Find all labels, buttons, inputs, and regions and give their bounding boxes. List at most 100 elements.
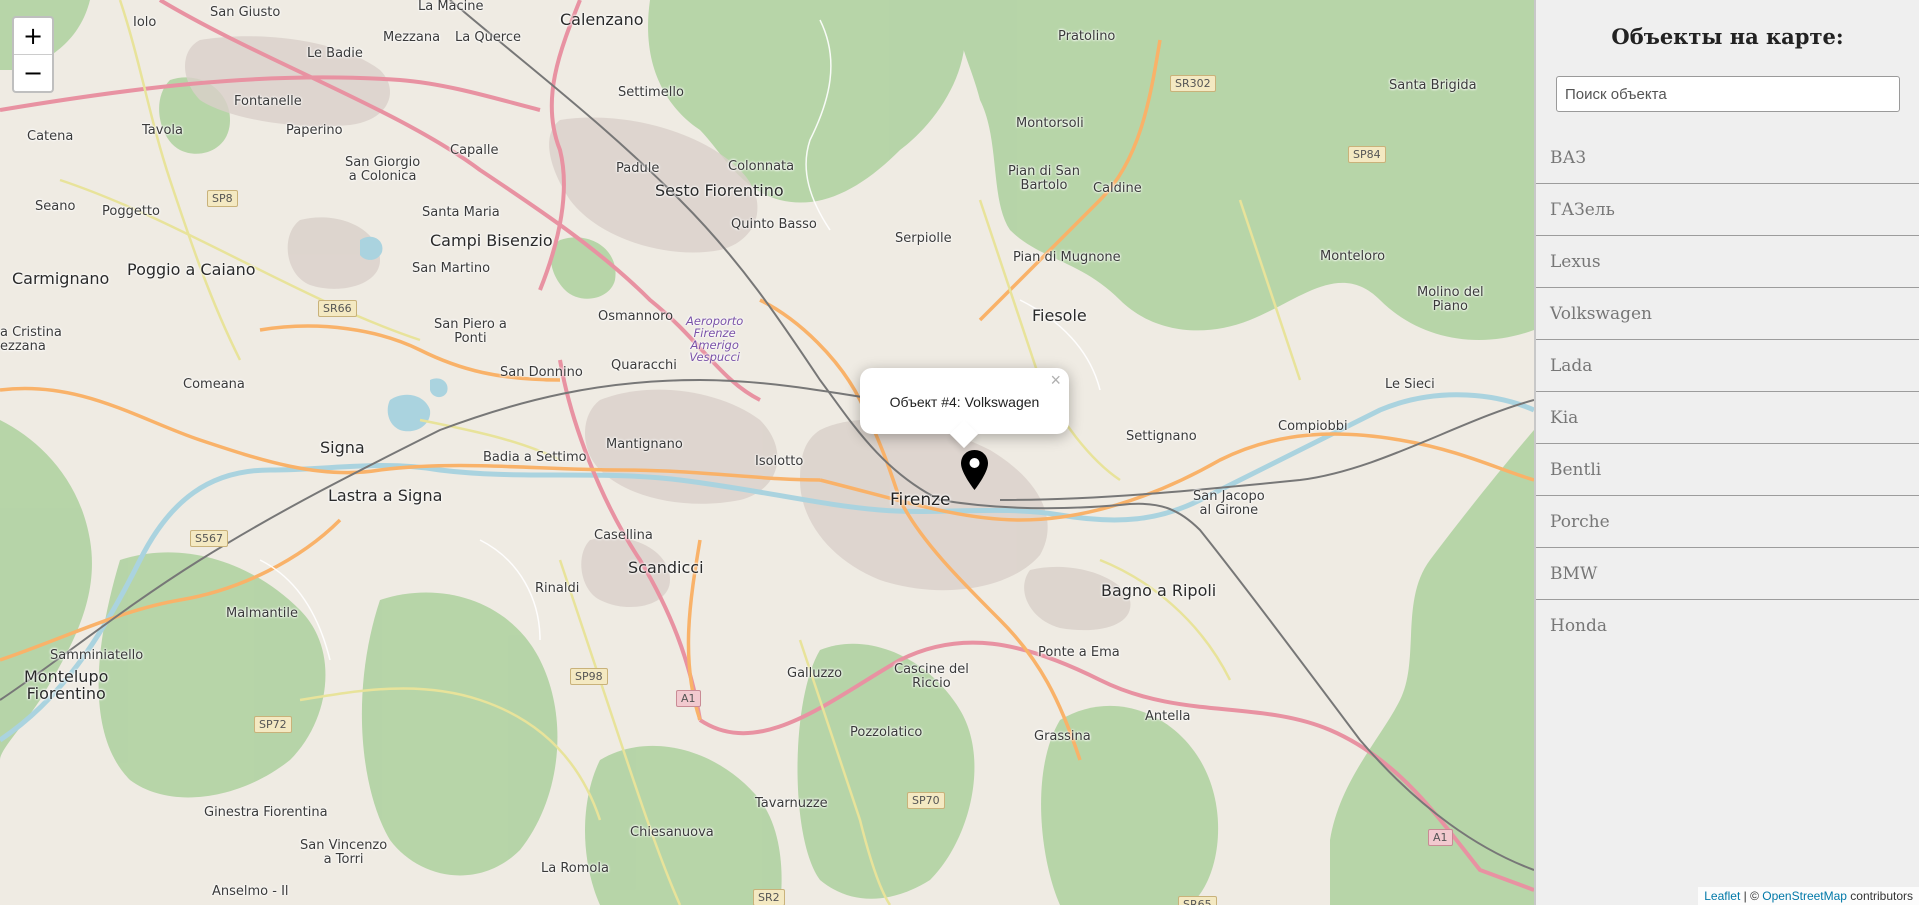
map-label: Bagno a Ripoli: [1101, 581, 1217, 600]
map-label: La Querce: [455, 30, 522, 45]
road-shield: SP8: [207, 190, 238, 207]
search-input[interactable]: [1556, 76, 1900, 112]
list-item[interactable]: Lada: [1536, 340, 1919, 392]
map-label: Le Badie: [307, 46, 363, 61]
map-label: Antella: [1145, 709, 1191, 724]
map-label: Rinaldi: [535, 581, 580, 596]
sidebar-title: Объекты на карте:: [1611, 24, 1844, 49]
road-shield: SR302: [1170, 75, 1216, 92]
osm-link[interactable]: OpenStreetMap: [1762, 889, 1847, 903]
map-label: Mantignano: [606, 437, 683, 452]
map-label: Isolotto: [755, 454, 804, 469]
object-list: ВАЗ ГАЗель Lexus Volkswagen Lada Kia Ben…: [1536, 132, 1919, 651]
list-item[interactable]: Porche: [1536, 496, 1919, 548]
map-label: San Giusto: [210, 5, 281, 20]
attribution-separator: | ©: [1740, 889, 1763, 903]
map-label: Le Sieci: [1385, 377, 1435, 392]
map-label: Osmannoro: [598, 309, 674, 324]
map-label: Monteloro: [1320, 249, 1386, 264]
list-item[interactable]: Honda: [1536, 600, 1919, 651]
map-label: Settimello: [618, 85, 684, 100]
leaflet-link[interactable]: Leaflet: [1704, 889, 1740, 903]
map-label: Samminiatello: [50, 648, 144, 663]
list-item[interactable]: BMW: [1536, 548, 1919, 600]
map-label: Signa: [320, 438, 365, 457]
map-label: Sesto Fiorentino: [655, 181, 784, 200]
airport-label: Aeroporto Firenze Amerigo Vespucci: [686, 314, 744, 365]
road-shield: S567: [190, 530, 228, 547]
map-label: Anselmo - Il: [212, 884, 289, 899]
map-label: Mezzana: [383, 30, 441, 45]
map-label: La Macine: [418, 0, 484, 14]
list-item[interactable]: Bentli: [1536, 444, 1919, 496]
map-label: a Cristina ezzana: [0, 325, 62, 354]
map-label: Badia a Settimo: [483, 450, 587, 465]
map-label: Poggetto: [102, 204, 160, 219]
marker-popup: × Объект #4: Volkswagen: [860, 368, 1069, 449]
map-label: Pian di San Bartolo: [1008, 164, 1080, 193]
map-label: San Donnino: [500, 365, 583, 380]
map-label: Seano: [35, 199, 76, 214]
map-label: Ponte a Ema: [1038, 645, 1120, 660]
attribution-suffix: contributors: [1846, 889, 1913, 903]
map-label: Tavarnuzze: [755, 796, 828, 811]
road-shield: SP70: [907, 792, 945, 809]
map-label: Lastra a Signa: [328, 486, 443, 505]
road-shield: A1: [676, 690, 701, 707]
map-label: Santa Maria: [422, 205, 500, 220]
map-label: Colonnata: [728, 159, 795, 174]
list-item[interactable]: ВАЗ: [1536, 132, 1919, 184]
road-shield: SR66: [318, 300, 357, 317]
popup-close-button[interactable]: ×: [1050, 370, 1061, 391]
map-label: Quaracchi: [611, 358, 677, 373]
popup-text: Объект #4: Volkswagen: [889, 394, 1040, 410]
map-label: Poggio a Caiano: [127, 260, 256, 279]
map-label: Fontanelle: [234, 94, 302, 109]
map-label: Chiesanuova: [630, 825, 714, 840]
map-label: San Vincenzo a Torri: [300, 838, 388, 867]
map-label: San Jacopo al Girone: [1193, 489, 1265, 518]
map-label: San Piero a Ponti: [434, 317, 507, 346]
map[interactable]: Iolo San Giusto La Macine Calenzano Le B…: [0, 0, 1534, 905]
map-label: Fiesole: [1032, 306, 1087, 325]
map-label: Cascine del Riccio: [894, 662, 969, 691]
map-tiles[interactable]: [0, 0, 1534, 905]
city-label: Firenze: [890, 490, 951, 510]
list-item[interactable]: ГАЗель: [1536, 184, 1919, 236]
map-label: Calenzano: [560, 10, 644, 29]
map-label: San Martino: [412, 261, 491, 276]
map-label: Molino del Piano: [1417, 285, 1484, 314]
map-label: San Giorgio a Colonica: [345, 155, 421, 184]
list-item[interactable]: Kia: [1536, 392, 1919, 444]
road-shield: A1: [1428, 829, 1453, 846]
road-shield: SR2: [753, 889, 785, 905]
map-label: Carmignano: [12, 269, 110, 288]
map-label: Paperino: [286, 123, 343, 138]
list-item[interactable]: Lexus: [1536, 236, 1919, 288]
map-label: Compiobbi: [1278, 419, 1348, 434]
list-item[interactable]: Volkswagen: [1536, 288, 1919, 340]
road-shield: SR65: [1178, 896, 1217, 905]
map-label: Malmantile: [226, 606, 298, 621]
map-label: Quinto Basso: [731, 217, 817, 232]
road-shield: SP98: [570, 668, 608, 685]
map-label: Campi Bisenzio: [430, 231, 553, 250]
map-label: Casellina: [594, 528, 653, 543]
map-label: Pian di Mugnone: [1013, 250, 1121, 265]
map-label: Catena: [27, 129, 74, 144]
map-label: Pozzolatico: [850, 725, 923, 740]
sidebar: Объекты на карте: ВАЗ ГАЗель Lexus Volks…: [1534, 0, 1919, 905]
map-label: Pratolino: [1058, 29, 1116, 44]
map-label: Iolo: [133, 15, 157, 30]
map-label: Scandicci: [628, 558, 704, 577]
map-label: Montelupo Fiorentino: [24, 667, 109, 703]
map-label: Grassina: [1034, 729, 1091, 744]
map-label: Montorsoli: [1016, 116, 1084, 131]
map-label: Comeana: [183, 377, 245, 392]
map-marker-icon[interactable]: [959, 449, 990, 491]
zoom-out-button[interactable]: −: [14, 55, 52, 91]
road-shield: SP72: [254, 716, 292, 733]
zoom-control: + −: [12, 16, 54, 93]
map-label: Capalle: [450, 143, 499, 158]
zoom-in-button[interactable]: +: [14, 18, 52, 55]
